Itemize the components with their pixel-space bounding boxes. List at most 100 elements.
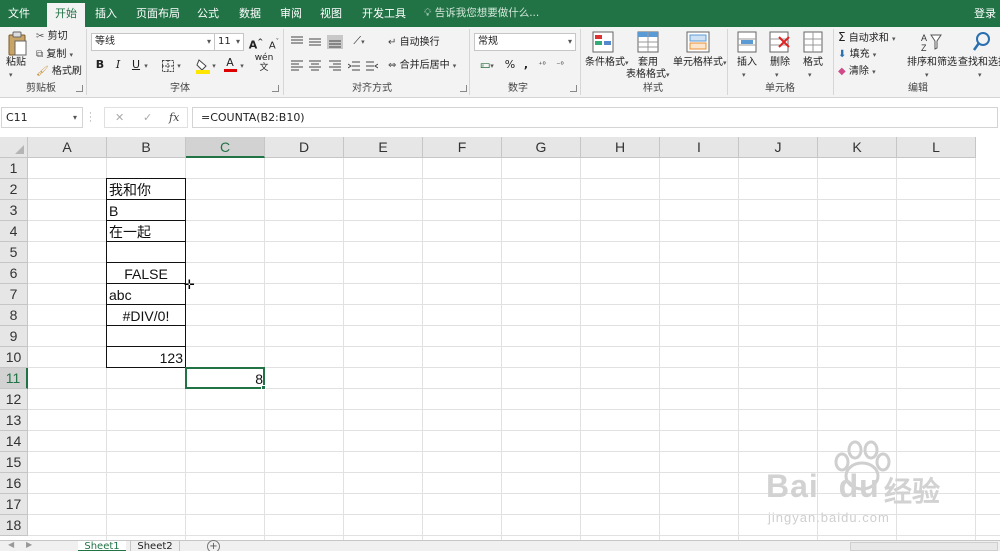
insert-cells-button[interactable]: 插入 (737, 57, 757, 69)
row-header-7[interactable]: 7 (0, 284, 28, 305)
delete-cells-icon[interactable] (769, 31, 791, 53)
borders-dropdown[interactable]: ▾ (174, 56, 184, 74)
row-header-11[interactable]: 11 (0, 368, 28, 389)
horizontal-scrollbar[interactable] (850, 542, 998, 551)
find-select-dropdown[interactable]: ▾ (978, 69, 982, 81)
orientation-button[interactable]: ⟋▾ (346, 32, 372, 50)
wrap-text-button[interactable]: ↵ 自动换行 (388, 37, 440, 49)
cut-button[interactable]: ✂ 剪切 (36, 31, 68, 43)
row-header-6[interactable]: 6 (0, 263, 28, 284)
cell-b2[interactable]: 我和你 (106, 178, 186, 200)
cancel-icon[interactable]: ✕ (115, 108, 124, 127)
insert-cells-icon[interactable] (737, 31, 757, 53)
sheet-tab-sheet2[interactable]: Sheet2 (130, 541, 180, 551)
delete-cells-button[interactable]: 删除 (770, 57, 790, 69)
fill-color-icon[interactable] (196, 58, 210, 74)
conditional-format-icon[interactable] (592, 31, 614, 53)
horizontal-align-icons[interactable] (291, 60, 343, 72)
column-header-a[interactable]: A (28, 137, 107, 158)
row-header-12[interactable]: 12 (0, 389, 28, 410)
tab-home[interactable]: 开始 (47, 3, 85, 27)
row-header-14[interactable]: 14 (0, 431, 28, 452)
column-header-l[interactable]: L (897, 137, 976, 158)
underline-dropdown[interactable]: ▾ (141, 56, 151, 74)
cell-styles-icon[interactable] (686, 31, 710, 53)
cell-b7[interactable]: abc (106, 283, 186, 305)
increase-decimal-button[interactable]: ⁺⁰ (533, 56, 551, 74)
tab-data[interactable]: 数据 (233, 0, 267, 27)
cell-b3[interactable]: B (106, 199, 186, 221)
row-header-10[interactable]: 10 (0, 347, 28, 368)
row-header-15[interactable]: 15 (0, 452, 28, 473)
column-header-k[interactable]: K (818, 137, 897, 158)
tab-page-layout[interactable]: 页面布局 (132, 0, 184, 27)
conditional-format-button[interactable]: 条件格式▾ (585, 57, 629, 69)
paste-button[interactable]: 粘贴 (6, 57, 26, 69)
format-as-table-button[interactable]: 套用 (638, 57, 658, 69)
column-header-f[interactable]: F (423, 137, 502, 158)
row-header-17[interactable]: 17 (0, 494, 28, 515)
borders-icon[interactable] (162, 60, 174, 72)
select-all-button[interactable] (0, 137, 28, 158)
grow-font-button[interactable]: A^ (247, 33, 265, 52)
cell-b6[interactable]: FALSE (106, 262, 186, 284)
sort-filter-button[interactable]: 排序和筛选 (907, 57, 957, 69)
cell-b5[interactable] (106, 241, 186, 263)
font-color-dropdown[interactable]: ▾ (237, 56, 247, 74)
row-header-4[interactable]: 4 (0, 221, 28, 242)
merge-center-button[interactable]: ⇔ 合并后居中 ▾ (388, 60, 456, 72)
insert-function-icon[interactable]: fx (169, 108, 179, 127)
row-header-13[interactable]: 13 (0, 410, 28, 431)
row-header-3[interactable]: 3 (0, 200, 28, 221)
format-cells-dropdown[interactable]: ▾ (808, 69, 812, 81)
alignment-launcher[interactable] (460, 85, 467, 92)
column-header-i[interactable]: I (660, 137, 739, 158)
copy-button[interactable]: ⧉ 复制 ▾ (36, 49, 73, 61)
indent-icons[interactable] (348, 60, 378, 72)
login-button[interactable]: 登录 (974, 0, 996, 27)
cell-b4[interactable]: 在一起 (106, 220, 186, 242)
column-header-c[interactable]: C (186, 137, 265, 158)
accounting-format-button[interactable]: 💴︎▾ (474, 56, 500, 74)
row-header-8[interactable]: 8 (0, 305, 28, 326)
column-header-d[interactable]: D (265, 137, 344, 158)
formula-bar-splitter[interactable]: · · · (89, 110, 92, 127)
italic-button[interactable]: I (109, 56, 127, 74)
autosum-button[interactable]: Σ 自动求和 ▾ (838, 31, 895, 45)
row-header-18[interactable]: 18 (0, 515, 28, 536)
sheet-tab-sheet1[interactable]: Sheet1 (78, 541, 126, 551)
tab-formulas[interactable]: 公式 (191, 0, 225, 27)
sheet-nav-prev[interactable]: ◀ (8, 540, 14, 549)
name-box[interactable]: C11 ▾ (1, 107, 83, 128)
column-header-g[interactable]: G (502, 137, 581, 158)
tab-file[interactable]: 文件 (0, 0, 38, 27)
format-as-table-icon[interactable] (637, 31, 659, 53)
find-select-button[interactable]: 查找和选择 (958, 57, 1000, 69)
formula-input[interactable]: =COUNTA(B2:B10) (192, 107, 998, 128)
font-launcher[interactable] (272, 85, 279, 92)
number-format-combo[interactable]: 常规 ▾ (474, 33, 576, 51)
row-header-9[interactable]: 9 (0, 326, 28, 347)
find-magnifier-icon[interactable] (972, 31, 992, 53)
cell-styles-button[interactable]: 单元格样式▾ (673, 57, 727, 69)
cell-b8[interactable]: #DIV/0! (106, 304, 186, 326)
format-cells-button[interactable]: 格式 (803, 57, 823, 69)
sheet-nav-next[interactable]: ▶ (26, 540, 32, 549)
shrink-font-button[interactable]: Aˇ (265, 33, 283, 51)
column-header-b[interactable]: B (107, 137, 186, 158)
sort-filter-dropdown[interactable]: ▾ (925, 69, 929, 81)
paste-icon[interactable] (6, 31, 28, 57)
tab-review[interactable]: 审阅 (274, 0, 308, 27)
font-size-combo[interactable]: 11 ▾ (214, 33, 244, 51)
tell-me-search[interactable]: 💡︎ 告诉我您想要做什么... (424, 0, 539, 27)
clipboard-launcher[interactable] (76, 85, 83, 92)
vertical-align-icons[interactable] (291, 35, 343, 49)
phonetic-button[interactable]: wén 文 (253, 53, 275, 73)
font-name-combo[interactable]: 等线 ▾ (91, 33, 215, 51)
column-header-j[interactable]: J (739, 137, 818, 158)
format-cells-icon[interactable] (803, 31, 823, 53)
delete-cells-dropdown[interactable]: ▾ (775, 69, 779, 81)
decrease-decimal-button[interactable]: ⁻⁰ (551, 56, 569, 74)
add-sheet-button[interactable]: + (207, 540, 220, 551)
tab-view[interactable]: 视图 (314, 0, 348, 27)
